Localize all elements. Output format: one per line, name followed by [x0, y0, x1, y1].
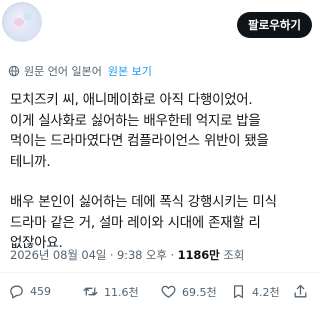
post-text-line: 드라마 같은 거, 설마 레이와 시대에 존재할 리: [10, 215, 261, 231]
divider: [0, 272, 320, 273]
bookmark-button[interactable]: 4.2천: [230, 283, 280, 300]
repost-icon: [83, 287, 98, 296]
post-text-line: 테니까.: [10, 154, 51, 170]
action-bar: 459 11.6천 69.5천 4.2천: [0, 283, 320, 307]
reply-button[interactable]: 459: [8, 283, 51, 300]
share-icon: [294, 284, 307, 298]
post-text: 모치즈키 씨, 애니메이화로 아직 다행이었어. 이게 실사화로 싫어하는 배우…: [10, 91, 314, 255]
post-text-line: 배우 본인이 싫어하는 데에 폭식 강행시키는 미식: [10, 195, 277, 210]
translation-info-text: 원문 언어 일본어: [24, 65, 102, 78]
views-label: 조회: [219, 248, 245, 262]
globe-icon: [8, 65, 20, 77]
post-text-line: 이게 실사화로 싫어하는 배우한테 억지로 밥을: [10, 113, 261, 129]
like-count: 69.5천: [182, 285, 217, 299]
repost-button[interactable]: 11.6천: [82, 283, 139, 300]
post-metadata: 2026년 08월 04일 · 9:38 오후 · 1186만 조회: [10, 247, 244, 263]
view-original-link[interactable]: 원본 보기: [108, 63, 152, 79]
like-button[interactable]: 69.5천: [160, 283, 217, 300]
bookmark-count: 4.2천: [252, 285, 280, 299]
reply-count: 459: [30, 285, 51, 298]
avatar[interactable]: [2, 2, 42, 42]
share-button[interactable]: [292, 283, 314, 300]
bookmark-icon: [233, 285, 244, 299]
translation-notice: 원문 언어 일본어 원본 보기: [8, 63, 152, 79]
repost-count: 11.6천: [104, 285, 139, 299]
heart-icon: [161, 285, 176, 298]
post-text-line: 모치즈키 씨, 애니메이화로 아직 다행이었어.: [10, 93, 253, 108]
follow-button[interactable]: 팔로우하기: [237, 12, 312, 38]
views-count: 1186만: [177, 248, 220, 262]
post-text-line: 먹이는 드라마였다면 컴플라이언스 위반이 됐을: [10, 134, 269, 149]
post-timestamp[interactable]: 2026년 08월 04일 · 9:38 오후 ·: [10, 248, 178, 262]
reply-icon: [10, 285, 23, 299]
